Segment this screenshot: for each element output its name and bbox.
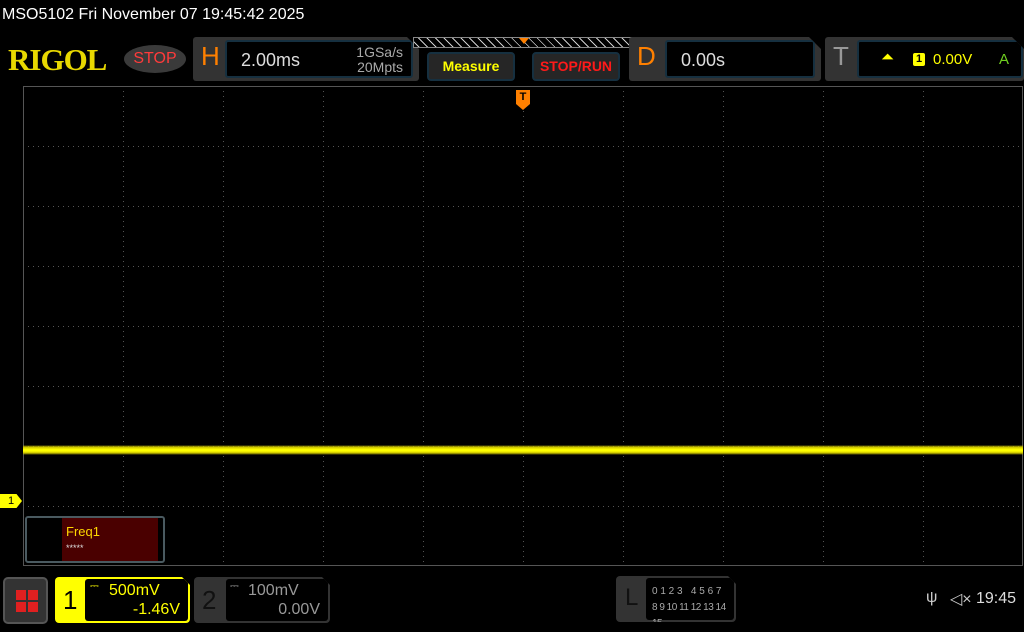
clock-time: 19:45	[976, 590, 1017, 607]
logic-channels-row2: 8 9 10 11 12 13 14 15	[652, 602, 726, 629]
ch1-waveform	[23, 445, 1023, 455]
run-state-badge[interactable]: STOP	[124, 45, 186, 73]
ch1-ground-marker[interactable]: 1	[0, 494, 22, 508]
delay-label: D	[637, 41, 656, 71]
ch2-number: 2	[202, 585, 217, 615]
rigol-logo: RIGOL	[8, 42, 107, 77]
sample-rate: 1GSa/s	[356, 44, 403, 60]
dc-coupling-icon: ⎓	[90, 580, 99, 592]
window-title: MSO5102 Fri November 07 19:45:42 2025	[2, 6, 305, 23]
timebase-value: 2.00ms	[241, 50, 301, 70]
measure-button[interactable]: Measure	[427, 52, 515, 81]
speaker-muted-icon[interactable]: ◁×	[950, 589, 972, 609]
trigger-mode: A	[999, 51, 1010, 68]
trigger-level: 0.00V	[933, 51, 973, 68]
grid-icon	[16, 590, 38, 612]
horizontal-label: H	[201, 41, 220, 71]
logic-channels-row1: 0 1 2 3 4 5 6 7	[652, 586, 722, 597]
usb-icon: ψ	[926, 589, 938, 606]
ch1-panel[interactable]: 1 ⎓ 500mV -1.46V	[55, 577, 190, 623]
waveform-grid	[23, 86, 1023, 566]
measurement-panel[interactable]: Freq1 *****	[25, 516, 165, 563]
dc-coupling-icon: ⎓	[230, 580, 239, 592]
measurement-value: *****	[66, 543, 84, 553]
ch2-offset: 0.00V	[278, 601, 320, 618]
ch2-scale: 100mV	[248, 582, 299, 599]
ch1-offset: -1.46V	[132, 601, 180, 618]
trigger-panel[interactable]: T ⏶ 1 0.00V A	[825, 37, 1024, 81]
delay-panel[interactable]: D 0.00s	[629, 37, 821, 81]
ch1-number: 1	[63, 585, 78, 615]
measurement-name: Freq1	[66, 524, 100, 539]
memory-depth: 20Mpts	[357, 59, 403, 75]
trigger-position-icon	[519, 38, 529, 44]
trigger-label: T	[833, 41, 849, 71]
menu-button[interactable]	[3, 577, 48, 624]
ch1-scale: 500mV	[109, 582, 160, 599]
trigger-source: 1	[913, 53, 925, 66]
stop-run-button[interactable]: STOP/RUN	[532, 52, 620, 81]
horizontal-panel[interactable]: H 2.00ms 1GSa/s 20Mpts	[193, 37, 419, 81]
ch2-panel[interactable]: 2 ⎓ 100mV 0.00V	[194, 577, 330, 623]
logic-label: L	[625, 584, 639, 611]
delay-value: 0.00s	[681, 50, 726, 70]
rising-edge-icon: ⏶	[881, 49, 894, 66]
logic-panel[interactable]: L 0 1 2 3 4 5 6 7 8 9 10 11 12 13 14 15	[616, 576, 736, 622]
